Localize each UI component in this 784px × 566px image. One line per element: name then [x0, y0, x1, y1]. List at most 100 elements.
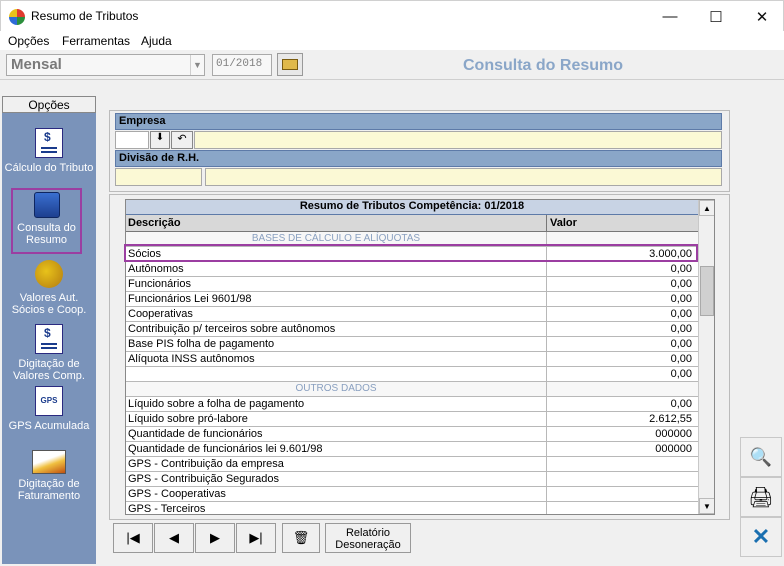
row-descricao: GPS - Terceiros: [128, 503, 206, 515]
last-record-button[interactable]: ▶|: [236, 523, 276, 553]
sidebar-item-gps[interactable]: GPS GPS Acumulada: [2, 386, 96, 432]
maximize-button[interactable]: ☐: [693, 1, 739, 32]
trash-icon: 🗑: [292, 530, 310, 545]
table-row[interactable]: Funcionários Lei 9601/98 0,00: [126, 292, 698, 307]
first-record-button[interactable]: |◀: [113, 523, 153, 553]
table-row[interactable]: GPS - Cooperativas: [126, 487, 698, 502]
chevron-down-icon[interactable]: ▼: [190, 55, 204, 75]
row-descricao: Funcionários: [128, 278, 191, 290]
billing-icon: [32, 450, 66, 474]
row-descricao: Quantidade de funcionários: [128, 428, 263, 440]
sidebar-item-faturamento[interactable]: Digitação de Faturamento: [2, 450, 96, 502]
search-person-button[interactable]: 🔍: [740, 437, 782, 477]
row-valor: 2.612,55: [649, 413, 692, 425]
next-record-button[interactable]: ▶: [195, 523, 235, 553]
sidebar-item-consulta[interactable]: Consulta do Resumo: [11, 188, 82, 254]
empresa-label: Empresa: [115, 113, 722, 130]
row-descricao: Base PIS folha de pagamento: [128, 338, 275, 350]
table-row[interactable]: Cooperativas 0,00: [126, 307, 698, 322]
partners-values-icon: [35, 260, 63, 288]
table-row[interactable]: Quantidade de funcionários lei 9.601/98 0…: [126, 442, 698, 457]
row-descricao: GPS - Contribuição Segurados: [128, 473, 280, 485]
table-row[interactable]: GPS - Terceiros: [126, 502, 698, 515]
gps-icon: GPS: [35, 386, 63, 416]
minimize-button[interactable]: —: [647, 1, 693, 32]
row-valor: 0,00: [670, 323, 692, 335]
previous-record-button[interactable]: ◀: [154, 523, 194, 553]
row-valor: 000000: [655, 428, 692, 440]
row-valor: 0,00: [670, 278, 692, 290]
row-descricao: Quantidade de funcionários lei 9.601/98: [128, 443, 323, 455]
table-row[interactable]: GPS - Contribuição Segurados: [126, 472, 698, 487]
row-valor: 0,00: [670, 293, 692, 305]
next-icon: ▶: [210, 530, 220, 545]
close-button[interactable]: ✕: [739, 1, 784, 32]
table-row[interactable]: Funcionários 0,00: [126, 277, 698, 292]
sidebar-item-calculo[interactable]: Cálculo do Tributo: [2, 128, 96, 174]
trash-button[interactable]: 🗑: [282, 523, 320, 553]
competencia-input[interactable]: 01/2018: [212, 54, 272, 76]
download-icon[interactable]: ⬇: [150, 131, 170, 149]
undo-icon[interactable]: ↶: [171, 131, 193, 149]
section-header: OUTROS DADOS: [126, 382, 698, 397]
sidebar-item-valores-aut[interactable]: Valores Aut. Sócios e Coop.: [2, 260, 96, 316]
sidebar-item-digitacao-valores[interactable]: Digitação de Valores Comp.: [2, 324, 96, 382]
scroll-down-icon[interactable]: ▼: [699, 498, 714, 514]
empresa-code-input[interactable]: [115, 131, 149, 149]
column-descricao: Descrição: [128, 217, 181, 229]
column-valor: Valor: [550, 217, 577, 229]
grid-header: Descrição Valor: [126, 215, 698, 232]
row-descricao: Líquido sobre pró-labore: [128, 413, 248, 425]
print-button[interactable]: 🖨: [740, 477, 782, 517]
table-row[interactable]: Líquido sobre a folha de pagamento 0,00: [126, 397, 698, 412]
last-icon: ▶|: [249, 530, 263, 545]
divisao-name-input[interactable]: [205, 168, 722, 186]
period-type-select[interactable]: Mensal ▼: [6, 54, 205, 76]
row-descricao: Cooperativas: [128, 308, 193, 320]
search-person-icon: 🔍: [749, 446, 773, 467]
row-descricao: GPS - Cooperativas: [128, 488, 226, 500]
scroll-up-icon[interactable]: ▲: [699, 200, 714, 216]
table-row[interactable]: Quantidade de funcionários 000000: [126, 427, 698, 442]
grid-body: BASES DE CÁLCULO E ALÍQUOTAS Sócios 3.000,…: [126, 232, 698, 515]
row-valor: 0,00: [670, 308, 692, 320]
filters-panel: Empresa ⬇ ↶ Divisão de R.H.: [109, 110, 730, 192]
empresa-name-input[interactable]: [194, 131, 722, 149]
page-title: Consulta do Resumo: [463, 57, 624, 74]
row-valor: 0,00: [670, 398, 692, 410]
section-label: OUTROS DADOS: [295, 383, 377, 394]
selected-row-highlight: [124, 244, 698, 262]
table-row[interactable]: Autônomos 0,00: [126, 262, 698, 277]
divisao-label: Divisão de R.H.: [115, 150, 722, 167]
sidebar-item-label: Digitação de Faturamento: [17, 478, 81, 502]
table-row[interactable]: 0,00: [126, 367, 698, 382]
table-row[interactable]: Líquido sobre pró-labore 2.612,55: [126, 412, 698, 427]
menu-ferramentas[interactable]: Ferramentas: [62, 34, 130, 48]
table-row[interactable]: Alíquota INSS autônomos 0,00: [126, 352, 698, 367]
exit-button[interactable]: ✕: [740, 517, 782, 557]
app-icon: [9, 9, 25, 25]
sidebar-header: Opções: [2, 96, 96, 113]
table-row[interactable]: GPS - Contribuição da empresa: [126, 457, 698, 472]
query-summary-icon: [33, 192, 60, 218]
grid-scrollbar[interactable]: ▲ ▼: [698, 200, 714, 514]
sidebar-item-label: GPS Acumulada: [8, 420, 90, 432]
row-valor: 0,00: [670, 263, 692, 275]
menu-bar: Opções Ferramentas Ajuda: [0, 31, 784, 50]
sidebar-item-label: Digitação de Valores Comp.: [13, 358, 85, 382]
row-descricao: Líquido sobre a folha de pagamento: [128, 398, 305, 410]
table-row[interactable]: Contribuição p/ terceiros sobre autônomo…: [126, 322, 698, 337]
menu-ajuda[interactable]: Ajuda: [141, 34, 172, 48]
row-valor: 000000: [655, 443, 692, 455]
relatorio-desoneracao-button[interactable]: Relatório Desoneração: [325, 523, 411, 553]
table-row[interactable]: Base PIS folha de pagamento 0,00: [126, 337, 698, 352]
menu-opcoes[interactable]: Opções: [8, 34, 49, 48]
divisao-code-input[interactable]: [115, 168, 202, 186]
row-descricao: Alíquota INSS autônomos: [128, 353, 255, 365]
grid-title: Resumo de Tributos Competência: 01/2018: [126, 200, 698, 215]
row-descricao: Contribuição p/ terceiros sobre autônomo…: [128, 323, 336, 335]
period-type-value: Mensal: [11, 56, 62, 73]
open-folder-button[interactable]: [277, 53, 303, 76]
row-valor: 0,00: [670, 338, 692, 350]
scroll-thumb[interactable]: [700, 266, 714, 316]
